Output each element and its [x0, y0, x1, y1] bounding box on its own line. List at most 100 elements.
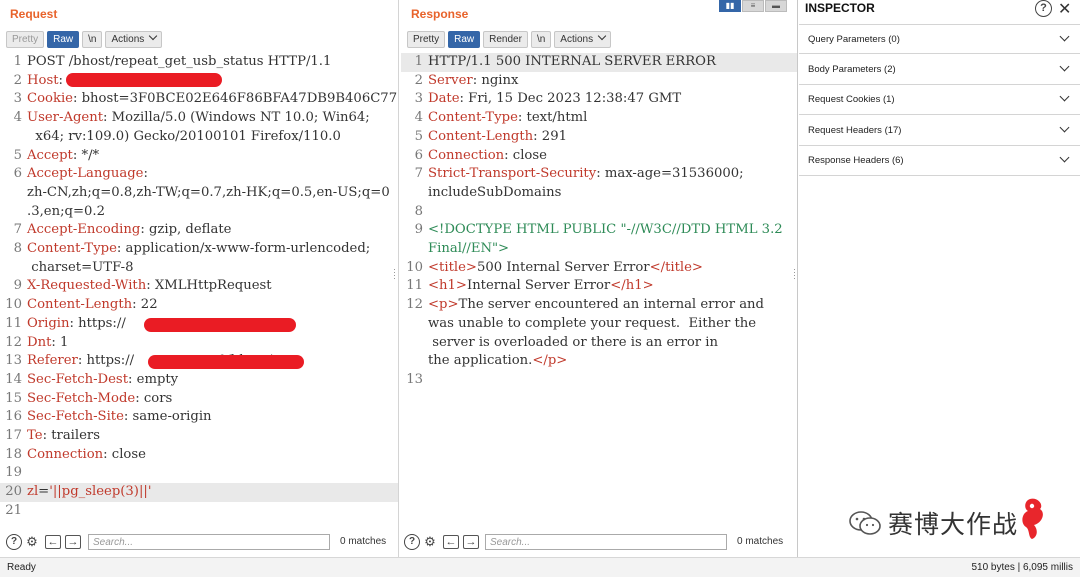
code-line: 7 Strict-Transport-Security: max-age=3153… [401, 165, 797, 184]
code-line: 17 Te: trailers [0, 427, 398, 446]
line-content: Origin: https:// [27, 315, 126, 331]
code-line: charset=UTF-8 [0, 259, 398, 278]
response-tab-raw[interactable]: Raw [448, 31, 481, 48]
help-icon[interactable]: ? [6, 534, 22, 550]
status-bar: Ready 510 bytes | 6,095 millis [0, 557, 1080, 577]
inspector-section-request-headers[interactable]: Request Headers (17) [799, 116, 1080, 146]
line-content: server is overloaded or there is an erro… [428, 334, 719, 350]
line-content: Dnt: 1 [27, 334, 69, 350]
help-icon[interactable]: ? [1035, 0, 1052, 17]
line-content: <h1>Internal Server Error</h1> [428, 278, 654, 294]
code-line: 2 Server: nginx [401, 72, 797, 91]
code-line: includeSubDomains [401, 184, 797, 203]
request-tab-newline[interactable]: \n [82, 31, 103, 48]
response-tab-render[interactable]: Render [483, 31, 528, 48]
code-line: 5 Accept: */* [0, 147, 398, 166]
request-tab-raw[interactable]: Raw [47, 31, 80, 48]
line-content: x64; rv:109.0) Gecko/20100101 Firefox/11… [27, 128, 341, 144]
response-editor[interactable]: 1 HTTP/1.1 500 INTERNAL SERVER ERROR 2 Serv… [401, 52, 797, 517]
watermark: 赛博大作战 [848, 505, 1018, 541]
line-number: 3 [414, 91, 423, 107]
line-number: 20 [5, 484, 22, 500]
inspector-section-request-cookies[interactable]: Request Cookies (1) [799, 85, 1080, 115]
code-line: zh-CN,zh;q=0.8,zh-TW;q=0.7,zh-HK;q=0.5,e… [0, 184, 398, 203]
previous-match-button[interactable]: ← [443, 535, 459, 549]
code-line: 1 POST /bhost/repeat_get_usb_status HTTP/… [0, 53, 398, 72]
code-line: was unable to complete your request. Eit… [401, 315, 797, 334]
line-content: <title>500 Internal Server Error</title> [428, 259, 703, 275]
next-match-button[interactable]: → [463, 535, 479, 549]
inspector-section-query-parameters[interactable]: Query Parameters (0) [799, 24, 1080, 54]
request-actions-dropdown[interactable]: Actions [105, 31, 163, 48]
line-content: zh-CN,zh;q=0.8,zh-TW;q=0.7,zh-HK;q=0.5,e… [27, 184, 390, 200]
inspector-section-response-headers[interactable]: Response Headers (6) [799, 146, 1080, 176]
help-icon[interactable]: ? [404, 534, 420, 550]
close-icon[interactable]: ✕ [1058, 0, 1071, 19]
redaction-mark [66, 73, 222, 87]
code-line: 1 HTTP/1.1 500 INTERNAL SERVER ERROR [401, 53, 797, 72]
line-number: 3 [13, 91, 22, 107]
inspector-section-body-parameters[interactable]: Body Parameters (2) [799, 55, 1080, 85]
stacked-layout-icon[interactable]: ≡ [742, 0, 764, 12]
response-tab-pretty[interactable]: Pretty [407, 31, 446, 48]
code-line: 12 <p>The server encountered an internal … [401, 296, 797, 315]
line-content: Content-Length: 291 [428, 128, 567, 144]
code-line: 6 Connection: close [401, 147, 797, 166]
line-content: charset=UTF-8 [27, 259, 134, 275]
line-number: 5 [414, 128, 423, 144]
line-content: Te: trailers [27, 428, 100, 443]
code-line: 11 <h1>Internal Server Error</h1> [401, 277, 797, 296]
line-content: <p>The server encountered an internal er… [428, 297, 764, 313]
next-match-button[interactable]: → [65, 535, 81, 549]
code-line: 15 Sec-Fetch-Mode: cors [0, 390, 398, 409]
response-tab-newline[interactable]: \n [530, 31, 552, 48]
wechat-logo-icon [848, 509, 882, 537]
side-by-side-layout-icon[interactable]: ▮▮ [719, 0, 741, 12]
line-number: 15 [5, 390, 22, 406]
response-stats: 510 bytes | 6,095 millis [971, 562, 1073, 573]
section-label: Request Headers (17) [808, 125, 902, 136]
previous-match-button[interactable]: ← [45, 535, 61, 549]
line-number: 21 [5, 502, 22, 517]
response-panel: Response ▮▮ ≡ ▬ Pretty Raw Render \n Act… [401, 0, 798, 557]
request-editor[interactable]: 1 POST /bhost/repeat_get_usb_status HTTP/… [0, 52, 398, 517]
code-line: 18 Connection: close [0, 446, 398, 465]
code-line: 10 Content-Length: 22 [0, 296, 398, 315]
line-content: User-Agent: Mozilla/5.0 (Windows NT 10.0… [27, 110, 370, 126]
line-number: 13 [406, 371, 423, 387]
response-actions-dropdown[interactable]: Actions [554, 31, 612, 48]
code-line: 3 Date: Fri, 15 Dec 2023 12:38:47 GMT [401, 90, 797, 109]
code-line: 14 Sec-Fetch-Dest: empty [0, 371, 398, 390]
code-line: 7 Accept-Encoding: gzip, deflate [0, 221, 398, 240]
line-content: Accept: */* [27, 147, 100, 163]
redaction-mark [144, 318, 296, 332]
request-search-bar: ? ⚙ ← → 0 matches [0, 527, 398, 557]
code-line: 6 Accept-Language: [0, 165, 398, 184]
code-line: 10 <title>500 Internal Server Error</titl… [401, 259, 797, 278]
layout-toggle-group: ▮▮ ≡ ▬ [719, 0, 787, 12]
line-content: Final//EN"> [428, 241, 510, 256]
split-handle[interactable]: · · · · [793, 265, 796, 283]
watermark-text: 赛博大作战 [888, 510, 1019, 539]
response-search-input[interactable] [485, 534, 727, 550]
section-label: Body Parameters (2) [808, 64, 896, 75]
code-line: 19 [0, 464, 398, 483]
section-label: Request Cookies (1) [808, 94, 895, 105]
line-number: 14 [5, 371, 22, 387]
split-handle[interactable]: · · · · [393, 265, 396, 283]
line-content: Host: [27, 72, 68, 88]
line-number: 13 [5, 353, 22, 369]
request-search-input[interactable] [88, 534, 330, 550]
gear-icon[interactable]: ⚙ [24, 534, 40, 550]
line-number: 4 [13, 110, 22, 126]
single-layout-icon[interactable]: ▬ [765, 0, 787, 12]
gear-icon[interactable]: ⚙ [422, 534, 438, 550]
code-line: x64; rv:109.0) Gecko/20100101 Firefox/11… [0, 128, 398, 147]
request-tab-pretty[interactable]: Pretty [6, 31, 45, 48]
line-content: Accept-Language: [27, 166, 148, 182]
inspector-panel: INSPECTOR ? ✕ Query Parameters (0) Body … [799, 0, 1080, 557]
code-line: 8 [401, 203, 797, 222]
chevron-down-icon [1059, 91, 1070, 102]
chevron-down-icon [1059, 122, 1070, 133]
line-number: 1 [414, 54, 423, 69]
